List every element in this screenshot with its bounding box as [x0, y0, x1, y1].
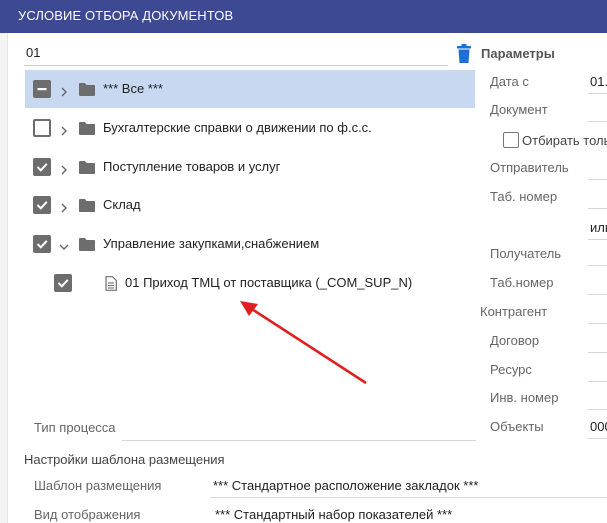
document-filter-dialog: УСЛОВИЕ ОТБОРА ДОКУМЕНТОВ *** Все *** [0, 0, 607, 523]
template-underline [210, 497, 607, 498]
tab-number-underline [588, 208, 607, 209]
placement-section-title: Настройки шаблона размещения [24, 452, 225, 467]
counterparty-label: Контрагент [480, 304, 548, 319]
chevron-down-icon[interactable] [59, 239, 69, 250]
tree-item-warehouse[interactable]: Склад [25, 186, 475, 224]
receiver-underline [588, 265, 607, 266]
date-from-value[interactable]: 01. [590, 74, 607, 89]
document-icon [105, 276, 117, 291]
counterparty-underline [588, 323, 607, 324]
template-value[interactable]: *** Стандартное расположение закладок **… [213, 478, 478, 493]
tree-item-checkbox[interactable] [33, 80, 51, 98]
chevron-right-icon[interactable] [59, 162, 69, 175]
resource-label: Ресурс [490, 362, 532, 377]
tab-number-label: Таб. номер [490, 189, 558, 204]
tree-item-checkbox[interactable] [54, 274, 72, 292]
folder-icon [79, 160, 95, 174]
inv-number-underline [588, 409, 607, 410]
template-label: Шаблон размещения [34, 478, 162, 493]
tree-item-all[interactable]: *** Все *** [25, 70, 475, 108]
tree-item-label: Управление закупками,снабжением [103, 236, 320, 251]
dialog-title: УСЛОВИЕ ОТБОРА ДОКУМЕНТОВ [18, 8, 234, 23]
sender-underline [588, 179, 607, 180]
tree-item-label: *** Все *** [103, 81, 163, 96]
folder-icon [79, 237, 95, 251]
tree-item-checkbox[interactable] [33, 196, 51, 214]
objects-underline [588, 438, 607, 439]
trash-icon[interactable] [456, 44, 472, 64]
search-input[interactable] [24, 40, 448, 64]
tab-number2-underline [588, 294, 607, 295]
contract-label: Договор [490, 333, 540, 348]
select-only-label: Отбирать толь [522, 133, 607, 148]
tree-item-label: 01 Приход ТМЦ от поставщика (_COM_SUP_N) [125, 275, 413, 290]
search-field[interactable] [24, 40, 448, 66]
or-value[interactable]: или [590, 220, 607, 235]
tree-item-accounting-notes[interactable]: Бухгалтерские справки о движении по ф.с.… [25, 109, 475, 147]
document-underline [588, 121, 607, 122]
view-value[interactable]: *** Стандартный набор показателей *** [215, 507, 452, 522]
process-type-label: Тип процесса [34, 420, 116, 435]
objects-value[interactable]: 000 [590, 419, 607, 434]
date-from-underline [588, 93, 607, 94]
contract-underline [588, 352, 607, 353]
tree-item-procurement[interactable]: Управление закупками,снабжением [25, 225, 475, 263]
or-underline [588, 239, 607, 240]
document-label: Документ [490, 102, 548, 117]
annotation-arrow [240, 301, 367, 385]
params-title: Параметры [481, 46, 555, 61]
folder-icon [79, 121, 95, 135]
tree-item-label: Бухгалтерские справки о движении по ф.с.… [103, 120, 372, 135]
dialog-titlebar: УСЛОВИЕ ОТБОРА ДОКУМЕНТОВ [0, 0, 607, 33]
folder-icon [79, 198, 95, 212]
objects-label: Объекты [490, 419, 544, 434]
tree-item-label: Поступление товаров и услуг [103, 159, 281, 174]
tab-number2-label: Таб.номер [490, 275, 554, 290]
view-label: Вид отображения [34, 507, 141, 522]
tree-item-checkbox[interactable] [33, 119, 51, 137]
process-type-field[interactable] [122, 440, 476, 441]
resource-underline [588, 381, 607, 382]
tree-item-checkbox[interactable] [33, 235, 51, 253]
receiver-label: Получатель [490, 246, 562, 261]
folder-icon [79, 82, 95, 96]
chevron-right-icon[interactable] [59, 200, 69, 213]
inv-number-label: Инв. номер [490, 390, 559, 405]
sender-label: Отправитель [490, 160, 569, 175]
chevron-right-icon[interactable] [59, 84, 69, 97]
tree-item-goods-receipt[interactable]: Поступление товаров и услуг [25, 148, 475, 186]
date-from-label: Дата с [490, 74, 529, 89]
chevron-right-icon[interactable] [59, 123, 69, 136]
tree-item-label: Склад [103, 197, 141, 212]
tree-item-checkbox[interactable] [33, 158, 51, 176]
select-only-checkbox[interactable] [503, 132, 519, 148]
left-edge-strip [0, 33, 8, 523]
